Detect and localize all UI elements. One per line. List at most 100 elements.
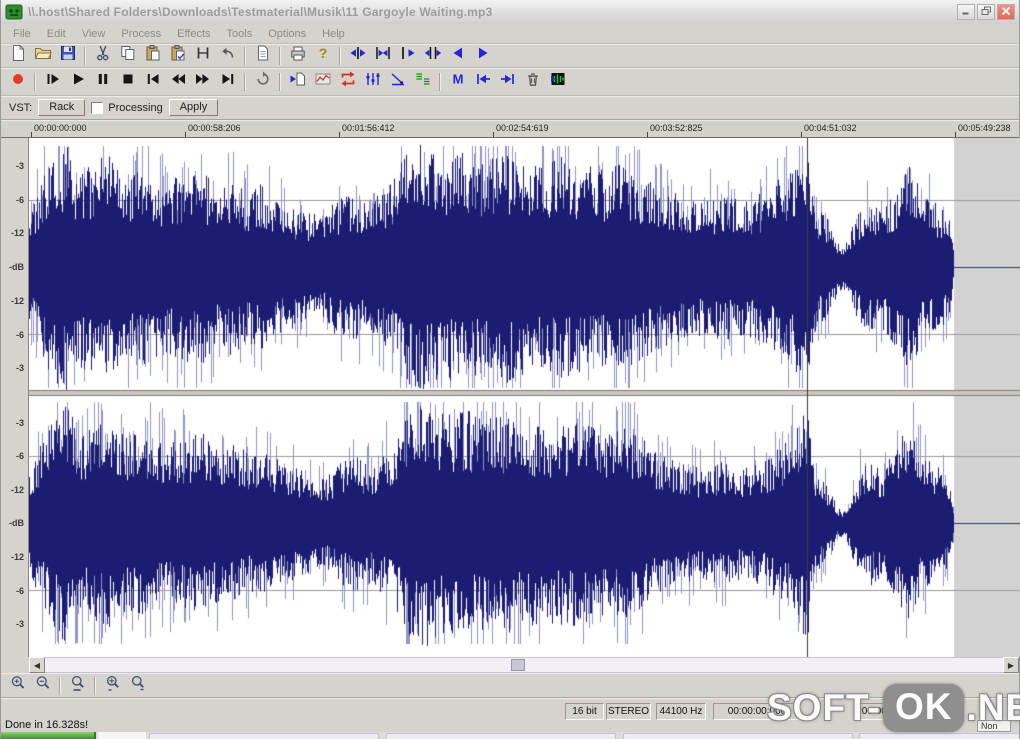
print-icon bbox=[289, 44, 307, 67]
vst-rack-button[interactable]: Rack bbox=[38, 99, 86, 116]
crossfade-loop-button[interactable] bbox=[335, 71, 360, 93]
db-label: -dB bbox=[9, 262, 24, 272]
menu-edit[interactable]: Edit bbox=[39, 26, 74, 42]
view-right-icon bbox=[474, 44, 492, 67]
zoom-selection-h-button[interactable] bbox=[395, 45, 420, 67]
zoom-in-icon bbox=[9, 674, 27, 697]
save-button[interactable] bbox=[55, 45, 80, 67]
save-icon bbox=[59, 44, 77, 67]
zoom-all-button[interactable] bbox=[100, 675, 125, 697]
batch-button[interactable] bbox=[410, 71, 435, 93]
title-bar[interactable]: \\.host\Shared Folders\Downloads\Testmat… bbox=[1, 0, 1019, 24]
menu-process[interactable]: Process bbox=[113, 26, 169, 42]
fade-icon bbox=[389, 70, 407, 93]
db-label: -12 bbox=[10, 552, 24, 562]
taskbar-quicklaunch bbox=[98, 732, 146, 739]
zoom-point-button[interactable] bbox=[420, 45, 445, 67]
print-button[interactable] bbox=[285, 45, 310, 67]
db-label: -6 bbox=[15, 330, 24, 340]
rewind-button[interactable] bbox=[165, 71, 190, 93]
document-button[interactable] bbox=[250, 45, 275, 67]
db-label: -6 bbox=[15, 451, 24, 461]
zoom-selection-button[interactable] bbox=[65, 675, 90, 697]
fit-horizontal-icon bbox=[349, 44, 367, 67]
toolbar-transport: M bbox=[1, 68, 1019, 96]
prev-marker-button[interactable] bbox=[470, 71, 495, 93]
taskbar-button-fragment[interactable] bbox=[623, 733, 853, 739]
taskbar-button-fragment[interactable] bbox=[386, 733, 616, 739]
play-button[interactable] bbox=[65, 71, 90, 93]
non-button[interactable]: Non bbox=[977, 720, 1011, 732]
zoom-out-button[interactable] bbox=[30, 675, 55, 697]
open-folder-button[interactable] bbox=[30, 45, 55, 67]
equalizer-button[interactable] bbox=[360, 71, 385, 93]
fade-button[interactable] bbox=[385, 71, 410, 93]
status-field: 44100 Hz bbox=[656, 703, 706, 720]
toolbar-zoom bbox=[1, 673, 1019, 698]
menu-tools[interactable]: Tools bbox=[219, 26, 261, 42]
insert-file-button[interactable] bbox=[285, 71, 310, 93]
ruler-tick bbox=[955, 132, 956, 137]
menu-view[interactable]: View bbox=[74, 26, 114, 42]
scrollbar-thumb[interactable] bbox=[511, 659, 525, 671]
start-button-fragment[interactable] bbox=[1, 732, 96, 739]
menu-file[interactable]: File bbox=[5, 26, 39, 42]
record-button[interactable] bbox=[5, 71, 30, 93]
minimize-button[interactable] bbox=[957, 4, 975, 20]
copy-button[interactable] bbox=[115, 45, 140, 67]
vst-apply-button[interactable]: Apply bbox=[168, 99, 219, 116]
marker-button[interactable]: M bbox=[445, 71, 470, 93]
svg-text:M: M bbox=[452, 72, 463, 87]
view-right-button[interactable] bbox=[470, 45, 495, 67]
menu-help[interactable]: Help bbox=[314, 26, 353, 42]
menu-effects[interactable]: Effects bbox=[169, 26, 218, 42]
menu-options[interactable]: Options bbox=[260, 26, 314, 42]
undo-icon bbox=[219, 44, 237, 67]
undo-button[interactable] bbox=[215, 45, 240, 67]
zoom-in-button[interactable] bbox=[5, 675, 30, 697]
record-monitor-button[interactable] bbox=[545, 71, 570, 93]
scroll-left-button[interactable]: ◀ bbox=[29, 657, 45, 673]
taskbar-button-fragment[interactable] bbox=[859, 733, 1019, 739]
waveform-display[interactable] bbox=[29, 138, 1020, 657]
fit-horizontal-button[interactable] bbox=[345, 45, 370, 67]
app-window: \\.host\Shared Folders\Downloads\Testmat… bbox=[0, 0, 1020, 739]
vst-processing-checkbox[interactable] bbox=[91, 101, 104, 114]
taskbar-sliver bbox=[1, 732, 1019, 739]
pause-button[interactable] bbox=[90, 71, 115, 93]
view-left-button[interactable] bbox=[445, 45, 470, 67]
scroll-right-button[interactable]: ▶ bbox=[1003, 657, 1019, 673]
taskbar-button-fragment[interactable] bbox=[149, 733, 379, 739]
db-label: -12 bbox=[10, 485, 24, 495]
paste-special-button[interactable] bbox=[165, 45, 190, 67]
stop-icon bbox=[119, 70, 137, 93]
vst-label: VST: bbox=[9, 101, 33, 114]
play-from-start-button[interactable] bbox=[40, 71, 65, 93]
goto-start-button[interactable] bbox=[140, 71, 165, 93]
paste-button[interactable] bbox=[140, 45, 165, 67]
goto-end-button[interactable] bbox=[215, 71, 240, 93]
delete-button[interactable] bbox=[520, 71, 545, 93]
close-button[interactable] bbox=[997, 4, 1015, 20]
db-label: -3 bbox=[15, 161, 24, 171]
cut-button[interactable] bbox=[90, 45, 115, 67]
db-label: -6 bbox=[15, 195, 24, 205]
fit-selection-button[interactable] bbox=[370, 45, 395, 67]
envelope-button[interactable] bbox=[310, 71, 335, 93]
forward-button[interactable] bbox=[190, 71, 215, 93]
trim-button[interactable] bbox=[190, 45, 215, 67]
db-label: -6 bbox=[15, 586, 24, 596]
stop-button[interactable] bbox=[115, 71, 140, 93]
copy-icon bbox=[119, 44, 137, 67]
ruler-tick bbox=[339, 132, 340, 137]
time-ruler[interactable]: 00:00:00:000 00:00:58:206 00:01:56:412 00:0… bbox=[1, 120, 1019, 138]
next-marker-button[interactable] bbox=[495, 71, 520, 93]
loop-button[interactable] bbox=[250, 71, 275, 93]
new-file-button[interactable] bbox=[5, 45, 30, 67]
help-button[interactable]: ? bbox=[310, 45, 335, 67]
ruler-timestamp: 00:00:00:000 bbox=[34, 123, 87, 133]
equalizer-icon bbox=[364, 70, 382, 93]
restore-button[interactable] bbox=[977, 4, 995, 20]
app-icon bbox=[5, 3, 23, 21]
zoom-vertical-button[interactable] bbox=[125, 675, 150, 697]
